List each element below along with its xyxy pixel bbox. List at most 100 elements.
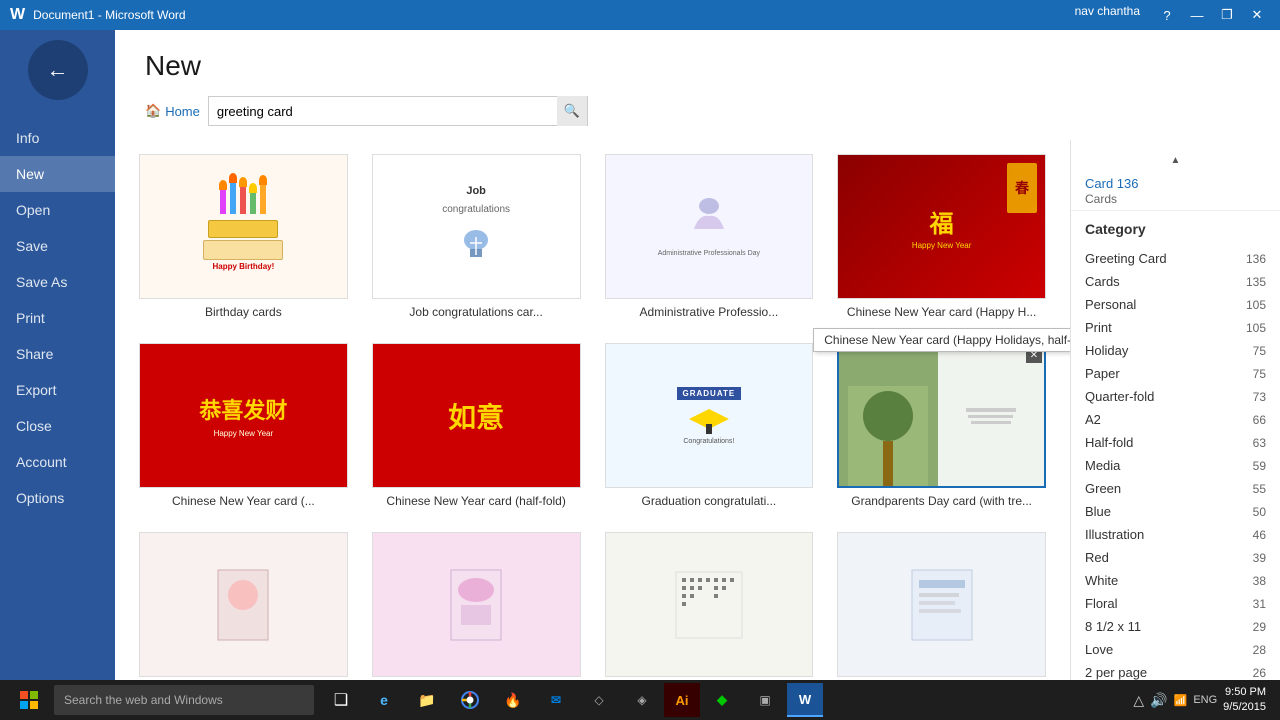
taskbar-clock: 9:50 PM 9/5/2015 xyxy=(1223,685,1266,716)
sidebar-item-share[interactable]: Share xyxy=(0,336,115,372)
sidebar-item-options[interactable]: Options xyxy=(0,480,115,516)
category-count: 136 xyxy=(1246,252,1266,266)
search-button[interactable]: 🔍 xyxy=(557,96,587,126)
category-item[interactable]: 8 1/2 x 11 29 xyxy=(1071,615,1280,638)
sidebar-item-close[interactable]: Close xyxy=(0,408,115,444)
chrome-button[interactable] xyxy=(449,680,491,720)
illustrator-button[interactable]: Ai xyxy=(664,683,700,717)
template-card[interactable]: Job congratulations xyxy=(368,150,585,323)
title-bar-left: W Document1 - Microsoft Word xyxy=(10,6,186,24)
category-item[interactable]: Print 105 xyxy=(1071,316,1280,339)
category-item[interactable]: Half-fold 63 xyxy=(1071,431,1280,454)
back-button[interactable]: ← xyxy=(28,40,88,100)
app-area: ← Info New Open Save Save As Print Share xyxy=(0,30,1280,680)
start-button[interactable] xyxy=(6,680,52,720)
template-preview: GRADUATE Congratulations! xyxy=(605,343,814,488)
edge-button[interactable]: e xyxy=(363,680,405,720)
category-item[interactable]: Media 59 xyxy=(1071,454,1280,477)
minimize-button[interactable]: — xyxy=(1184,4,1210,26)
category-item[interactable]: Personal 105 xyxy=(1071,293,1280,316)
template-card[interactable] xyxy=(135,528,352,680)
category-breadcrumb-child: Cards xyxy=(1085,192,1266,206)
misc1-button[interactable]: ◇ xyxy=(578,680,620,720)
sidebar-item-account[interactable]: Account xyxy=(0,444,115,480)
category-item[interactable]: 2 per page 26 xyxy=(1071,661,1280,680)
template-card[interactable]: 恭喜发财 Happy New Year Chinese New Year car… xyxy=(135,339,352,512)
category-name: White xyxy=(1085,573,1118,588)
template-card[interactable]: 如意 Chinese New Year card (half-fold) xyxy=(368,339,585,512)
template-preview: Administrative Professionals Day xyxy=(605,154,814,299)
category-item[interactable]: A2 66 xyxy=(1071,408,1280,431)
category-item[interactable]: Holiday 75 xyxy=(1071,339,1280,362)
category-name: Personal xyxy=(1085,297,1136,312)
restore-button[interactable]: ❐ xyxy=(1214,4,1240,26)
home-icon: 🏠 xyxy=(145,103,161,119)
category-count: 29 xyxy=(1253,620,1266,634)
outlook-button[interactable]: ✉ xyxy=(535,680,577,720)
template-card[interactable]: Administrative Professionals Day Adminis… xyxy=(601,150,818,323)
template-card[interactable]: GRADUATE Congratulations! Graduation con… xyxy=(601,339,818,512)
notification-icon: △ xyxy=(1133,692,1144,709)
category-item[interactable]: Red 39 xyxy=(1071,546,1280,569)
task-view-button[interactable]: ❑ xyxy=(320,680,362,720)
file-explorer-button[interactable]: 📁 xyxy=(406,680,448,720)
help-button[interactable]: ? xyxy=(1154,4,1180,26)
category-item[interactable]: Cards 135 xyxy=(1071,270,1280,293)
taskbar-search-input[interactable] xyxy=(54,685,314,715)
category-item[interactable]: Quarter-fold 73 xyxy=(1071,385,1280,408)
close-button[interactable]: ✕ xyxy=(1244,4,1270,26)
nav-items: Info New Open Save Save As Print Share E… xyxy=(0,120,115,516)
template-preview xyxy=(139,532,348,677)
category-item[interactable]: Floral 31 xyxy=(1071,592,1280,615)
user-name: nav chantha xyxy=(1075,4,1140,26)
sidebar-scroll-up[interactable]: ▲ xyxy=(1071,151,1280,170)
sidebar-item-print[interactable]: Print xyxy=(0,300,115,336)
content-header: New 🏠 Home 🔍 xyxy=(115,30,1280,140)
windows-icon xyxy=(20,691,38,709)
word-button[interactable]: W xyxy=(787,683,823,717)
template-preview: ✕ xyxy=(837,343,1046,488)
sidebar-item-save[interactable]: Save xyxy=(0,228,115,264)
template-card[interactable]: ✕ Grandparents Day card (with tre... Chi… xyxy=(833,339,1050,512)
category-item[interactable]: Green 55 xyxy=(1071,477,1280,500)
sidebar-item-save-as[interactable]: Save As xyxy=(0,264,115,300)
misc5-button[interactable]: ▣ xyxy=(744,680,786,720)
category-item[interactable]: Paper 75 xyxy=(1071,362,1280,385)
template-card[interactable]: Happy Birthday! Birthday cards xyxy=(135,150,352,323)
category-name: Illustration xyxy=(1085,527,1144,542)
template-label: Job congratulations car... xyxy=(372,305,581,319)
template-preview: 福 Happy New Year 春 xyxy=(837,154,1046,299)
firefox-button[interactable]: 🔥 xyxy=(492,680,534,720)
template-card[interactable] xyxy=(833,528,1050,680)
category-item[interactable]: Love 28 xyxy=(1071,638,1280,661)
sidebar-item-label: Account xyxy=(16,454,67,470)
sidebar-item-export[interactable]: Export xyxy=(0,372,115,408)
category-count: 50 xyxy=(1253,505,1266,519)
category-item[interactable]: Illustration 46 xyxy=(1071,523,1280,546)
taskbar-icons: ❑ e 📁 🔥 ✉ ◇ ◈ Ai ◆ ▣ W xyxy=(320,680,823,720)
template-card[interactable] xyxy=(601,528,818,680)
category-breadcrumb-parent[interactable]: Card 136 xyxy=(1085,176,1266,191)
sidebar-item-open[interactable]: Open xyxy=(0,192,115,228)
misc2-button[interactable]: ◈ xyxy=(621,680,663,720)
template-card[interactable] xyxy=(368,528,585,680)
left-nav: ← Info New Open Save Save As Print Share xyxy=(0,30,115,680)
close-card-button[interactable]: ✕ xyxy=(1026,347,1042,363)
category-item[interactable]: Blue 50 xyxy=(1071,500,1280,523)
category-item[interactable]: Greeting Card 136 xyxy=(1071,247,1280,270)
sidebar-item-info[interactable]: Info xyxy=(0,120,115,156)
search-input[interactable] xyxy=(209,97,557,125)
category-item[interactable]: White 38 xyxy=(1071,569,1280,592)
home-link[interactable]: 🏠 Home xyxy=(145,103,200,119)
template-card[interactable]: 福 Happy New Year 春 Chinese New Year card… xyxy=(833,150,1050,323)
taskbar-time: 9:50 PM xyxy=(1223,685,1266,700)
template-label: Chinese New Year card (... xyxy=(139,494,348,508)
template-preview: Happy Birthday! xyxy=(139,154,348,299)
title-bar: W Document1 - Microsoft Word nav chantha… xyxy=(0,0,1280,30)
category-name: Paper xyxy=(1085,366,1120,381)
category-name: Print xyxy=(1085,320,1112,335)
sidebar-item-label: Info xyxy=(16,130,39,146)
sidebar-item-new[interactable]: New xyxy=(0,156,115,192)
taskbar-date: 9/5/2015 xyxy=(1223,700,1266,715)
misc4-button[interactable]: ◆ xyxy=(701,680,743,720)
